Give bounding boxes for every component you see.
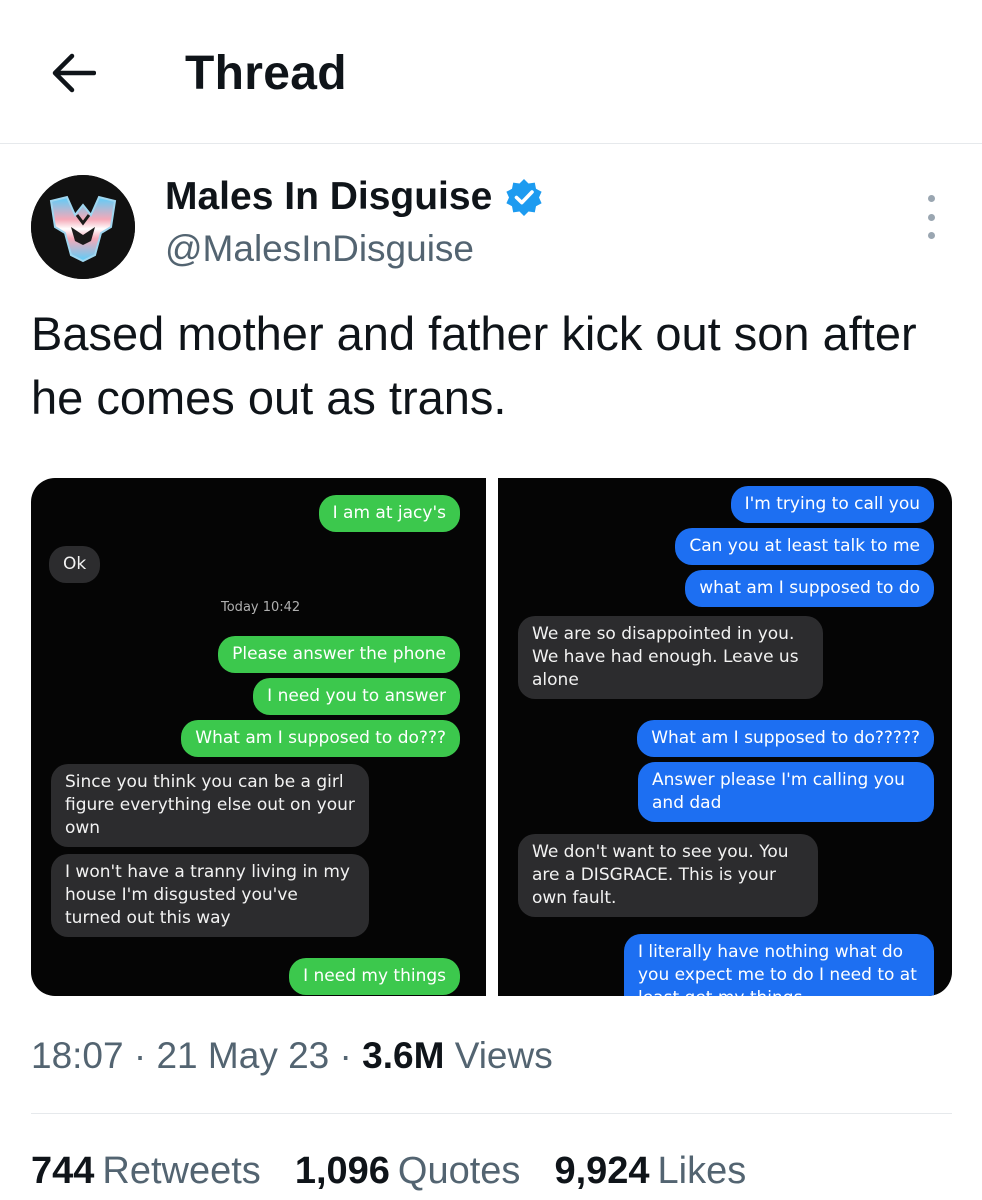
back-button[interactable]	[44, 44, 102, 102]
author-name[interactable]: Males In Disguise	[165, 175, 492, 219]
more-dot-icon	[927, 213, 935, 221]
views-label: Views	[454, 1035, 553, 1076]
message-bubble: I'm trying to call you	[730, 486, 934, 523]
divider	[31, 1113, 952, 1114]
views-count: 3.6M	[362, 1035, 445, 1076]
message-bubble: I need my things	[289, 958, 460, 995]
meta-separator: ·	[133, 1035, 147, 1076]
message-bubble: Ok	[49, 546, 101, 583]
message-bubble: what am I supposed to do	[685, 570, 934, 607]
message-bubble: Please answer the phone	[218, 636, 460, 673]
page-title: Thread	[185, 47, 347, 100]
media-image-left[interactable]: I am at jacy's Ok Today 10:42 Please ans…	[31, 478, 486, 996]
message-timestamp: Today 10:42	[221, 600, 301, 615]
quotes-label: Quotes	[397, 1150, 521, 1192]
avatar[interactable]	[31, 175, 135, 279]
media-image-right[interactable]: I'm trying to call you Can you at least …	[498, 478, 952, 996]
tweet-media[interactable]: I am at jacy's Ok Today 10:42 Please ans…	[31, 478, 952, 996]
message-bubble: Can you at least talk to me	[675, 528, 934, 565]
retweets-count: 744	[31, 1150, 95, 1192]
message-bubble: Since you think you can be a girl figure…	[51, 764, 369, 847]
likes-label: Likes	[657, 1150, 747, 1192]
message-bubble: What am I supposed to do???	[181, 720, 460, 757]
author-name-row[interactable]: Males In Disguise	[165, 175, 544, 219]
more-dot-icon	[927, 195, 935, 202]
quotes-count: 1,096	[294, 1150, 390, 1192]
thread-header: Thread	[0, 0, 982, 144]
message-bubble: We don't want to see you. You are a DISG…	[518, 834, 818, 917]
likes-count: 9,924	[554, 1150, 650, 1192]
message-bubble: I literally have nothing what do you exp…	[624, 934, 934, 996]
author-handle[interactable]: @MalesInDisguise	[165, 228, 474, 270]
tweet-date[interactable]: 21 May 23	[156, 1035, 329, 1076]
quotes-stat[interactable]: 1,096 Quotes	[295, 1150, 521, 1193]
decepticon-logo-icon	[31, 175, 135, 279]
message-bubble: Answer please I'm calling you and dad	[638, 762, 934, 822]
message-bubble: We are so disappointed in you. We have h…	[518, 616, 823, 699]
meta-separator: ·	[339, 1035, 352, 1076]
message-bubble: I am at jacy's	[318, 495, 460, 532]
verified-badge-icon	[506, 179, 542, 216]
arrow-left-icon	[52, 53, 96, 93]
tweet-text: Based mother and father kick out son aft…	[31, 307, 917, 424]
engagement-stats: 744 Retweets 1,096 Quotes 9,924 Likes	[31, 1150, 746, 1193]
message-bubble: I won't have a tranny living in my house…	[51, 854, 369, 937]
tweet-meta: 18:07 · 21 May 23 · 3.6M Views	[31, 1035, 553, 1077]
tweet-time[interactable]: 18:07	[31, 1035, 124, 1076]
more-options-button[interactable]	[915, 195, 947, 239]
message-bubble: What am I supposed to do?????	[637, 720, 934, 757]
more-dot-icon	[927, 232, 935, 239]
retweets-label: Retweets	[102, 1150, 261, 1192]
likes-stat[interactable]: 9,924 Likes	[554, 1150, 746, 1193]
message-bubble: I need you to answer	[253, 678, 460, 715]
retweets-stat[interactable]: 744 Retweets	[31, 1150, 261, 1193]
